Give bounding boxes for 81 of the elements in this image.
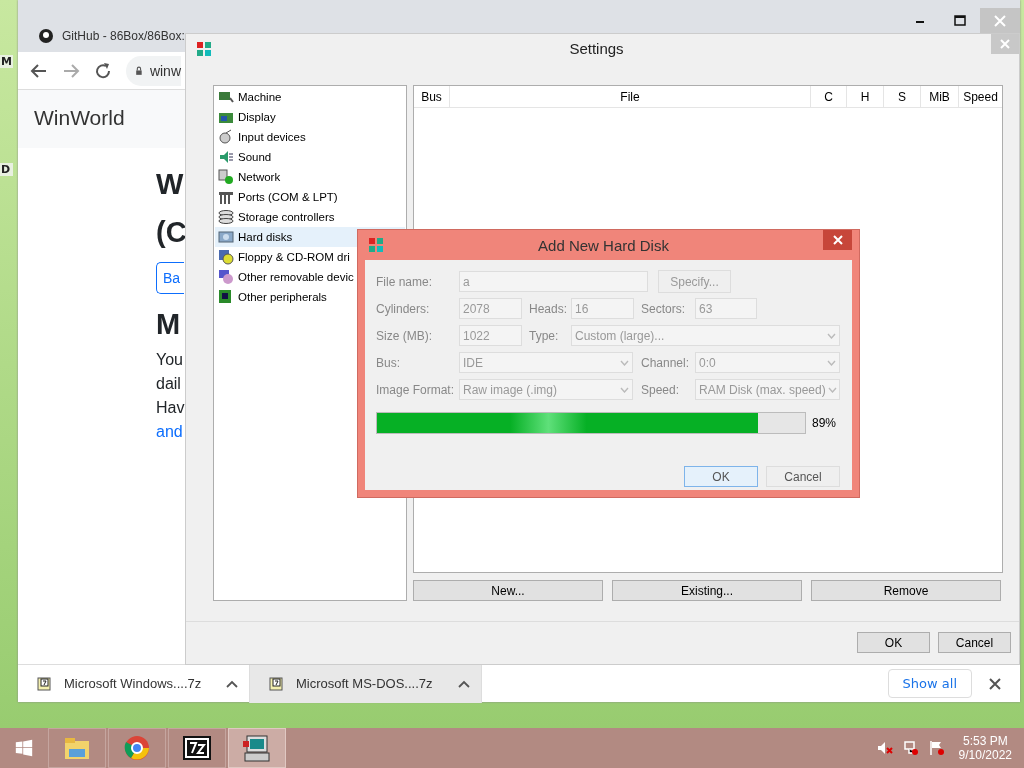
download-item[interactable]: Microsoft MS-DOS....7z	[250, 664, 482, 703]
field-label: Size (MB):	[376, 328, 433, 343]
device-icon	[218, 209, 234, 225]
device-icon	[218, 229, 234, 245]
progress-percent: 89%	[812, 416, 837, 430]
category-item[interactable]: Input devices	[215, 127, 405, 147]
show-all-button[interactable]: Show all	[887, 669, 972, 698]
disk-action-button[interactable]: New...	[413, 580, 603, 601]
app-icon	[196, 40, 212, 57]
page-heading: M	[156, 307, 181, 342]
chevron-up-icon[interactable]	[226, 679, 238, 688]
windows-logo-icon[interactable]	[15, 739, 33, 757]
dialog-title: Add New Hard Disk	[537, 236, 670, 254]
field-label: Speed:	[641, 382, 681, 397]
column-header[interactable]: H	[847, 86, 884, 107]
page-text: Hav	[156, 399, 185, 416]
archive-file-icon	[36, 675, 52, 692]
device-icon	[218, 149, 234, 165]
site-icon	[38, 27, 54, 44]
browser-tab[interactable]: GitHub - 86Box/86Box:	[26, 19, 185, 52]
page-heading: (C	[156, 215, 187, 250]
close-icon[interactable]	[988, 676, 1002, 691]
archive-file-icon	[268, 675, 284, 692]
field-label: Type:	[529, 328, 560, 343]
device-icon	[218, 169, 234, 185]
device-icon	[218, 249, 234, 265]
field-label: Cylinders:	[376, 301, 431, 316]
address-bar[interactable]: winw	[126, 55, 181, 86]
column-header[interactable]: C	[811, 86, 847, 107]
device-icon	[218, 129, 234, 145]
chevron-up-icon[interactable]	[458, 679, 470, 688]
desktop-icon-label[interactable]: D	[0, 163, 13, 176]
field-label: Image Format:	[376, 382, 456, 397]
desktop-icon-label[interactable]: M	[0, 55, 13, 68]
category-item[interactable]: Ports (COM & LPT)	[215, 187, 405, 207]
page-text: dail	[156, 375, 181, 392]
close-button[interactable]	[823, 230, 852, 250]
category-item[interactable]: Display	[215, 107, 405, 127]
url-text: winw	[149, 62, 181, 79]
file-name: Microsoft Windows....7z	[64, 676, 203, 691]
category-item[interactable]: Sound	[215, 147, 405, 167]
column-header[interactable]: Speed	[959, 86, 1002, 107]
device-icon	[218, 269, 234, 285]
device-icon	[218, 189, 234, 205]
page-button[interactable]: Ba	[156, 262, 184, 294]
app-icon	[368, 237, 384, 253]
device-icon	[218, 89, 234, 105]
reload-icon[interactable]	[94, 61, 112, 80]
field-label: Heads:	[529, 301, 569, 316]
taskbar-app[interactable]	[168, 728, 226, 768]
field-label: File name:	[376, 274, 434, 289]
page-text: You	[156, 351, 183, 368]
tab-title: GitHub - 86Box/86Box:	[62, 28, 185, 43]
window-title: Settings	[568, 40, 625, 57]
dialog-button[interactable]: Cancel	[766, 466, 840, 487]
disk-action-button[interactable]: Existing...	[612, 580, 802, 601]
site-title[interactable]: WinWorld	[34, 106, 125, 129]
disk-action-button[interactable]: Remove	[811, 580, 1001, 601]
column-header[interactable]: S	[884, 86, 921, 107]
flag-icon[interactable]	[928, 740, 945, 756]
category-item[interactable]: Machine	[215, 87, 405, 107]
dialog-button[interactable]: OK	[857, 632, 930, 653]
category-item[interactable]: Storage controllers	[215, 207, 405, 227]
column-header[interactable]: MiB	[921, 86, 959, 107]
network-icon[interactable]	[902, 740, 919, 756]
page-heading: W	[156, 167, 184, 202]
field-label: Sectors:	[641, 301, 686, 316]
app-icon	[241, 733, 273, 763]
speaker-muted-icon[interactable]	[876, 740, 893, 756]
category-item[interactable]: Network	[215, 167, 405, 187]
app-icon	[181, 733, 213, 763]
column-header[interactable]: Bus	[414, 86, 450, 107]
field-label: Bus:	[376, 355, 401, 370]
file-name: Microsoft MS-DOS....7z	[296, 676, 434, 691]
field-label: Channel:	[641, 355, 691, 370]
dialog-button[interactable]: Cancel	[938, 632, 1011, 653]
back-arrow-icon[interactable]	[30, 61, 48, 80]
dialog-button[interactable]: OK	[684, 466, 758, 487]
column-header[interactable]: File	[450, 86, 811, 107]
page-link[interactable]: and	[156, 423, 183, 440]
device-icon	[218, 289, 234, 305]
